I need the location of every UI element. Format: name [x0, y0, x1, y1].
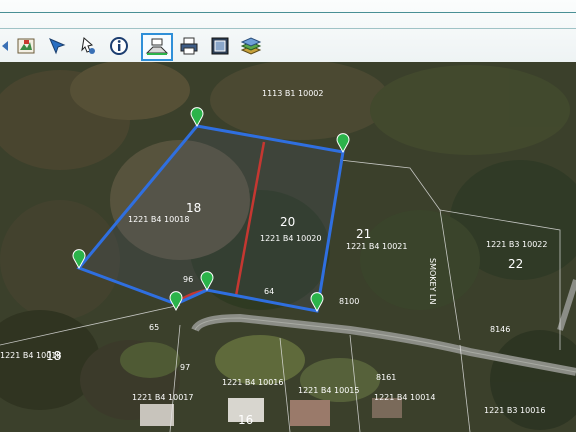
address-label: 65 — [149, 323, 159, 332]
street-name-label: SMOKEY LN — [428, 258, 437, 304]
select-arrow-icon[interactable] — [44, 33, 70, 59]
parcel-id-label: 1113 B1 10002 — [262, 89, 323, 98]
parcel-id-label: 1221 B4 10016 — [222, 378, 283, 387]
parcel-id-label: 1221 B4 10015 — [298, 386, 359, 395]
map-canvas[interactable]: 1113 B1 10002 18 1221 B4 10018 20 1221 B… — [0, 62, 576, 432]
measure-plot-icon[interactable] — [141, 33, 173, 61]
parcel-id-label: 1221 B3 10022 — [486, 240, 547, 249]
parcel-id-label: 1221 B4 10020 — [260, 234, 321, 243]
parcel-number-label: 18 — [186, 201, 201, 215]
address-label: 8146 — [490, 325, 510, 334]
address-label: 8161 — [376, 373, 396, 382]
address-label: 8100 — [339, 297, 359, 306]
parcel-id-label: 1221 B4 10017 — [132, 393, 193, 402]
parcel-id-label: 1221 B4 10014 — [374, 393, 435, 402]
address-label: 64 — [264, 287, 274, 296]
parcel-id-label: 1221 B4 10018 — [128, 215, 189, 224]
parcel-number-label: 21 — [356, 227, 371, 241]
parcel-number-label: 20 — [280, 215, 295, 229]
map-toolbar — [0, 31, 576, 61]
stack-layers-icon[interactable] — [238, 33, 264, 59]
header-rule-secondary — [0, 28, 576, 29]
parcel-number-label: 16 — [238, 413, 253, 427]
address-label: 97 — [180, 363, 190, 372]
top-bar — [0, 0, 576, 63]
print-icon[interactable] — [176, 33, 202, 59]
parcel-number-label: 22 — [508, 257, 523, 271]
aerial-map[interactable]: 1113 B1 10002 18 1221 B4 10018 20 1221 B… — [0, 62, 576, 432]
parcel-id-label: 1221 B3 10016 — [484, 406, 545, 415]
address-label: 96 — [183, 275, 193, 284]
info-icon[interactable] — [106, 33, 132, 59]
map-layers-icon[interactable] — [13, 33, 39, 59]
parcel-id-label: 1221 B4 10021 — [346, 242, 407, 251]
pan-cursor-icon[interactable] — [75, 33, 101, 59]
header-rule — [0, 12, 576, 13]
overview-frame-icon[interactable] — [207, 33, 233, 59]
parcel-id-label: 1221 B4 10018 — [0, 351, 61, 360]
